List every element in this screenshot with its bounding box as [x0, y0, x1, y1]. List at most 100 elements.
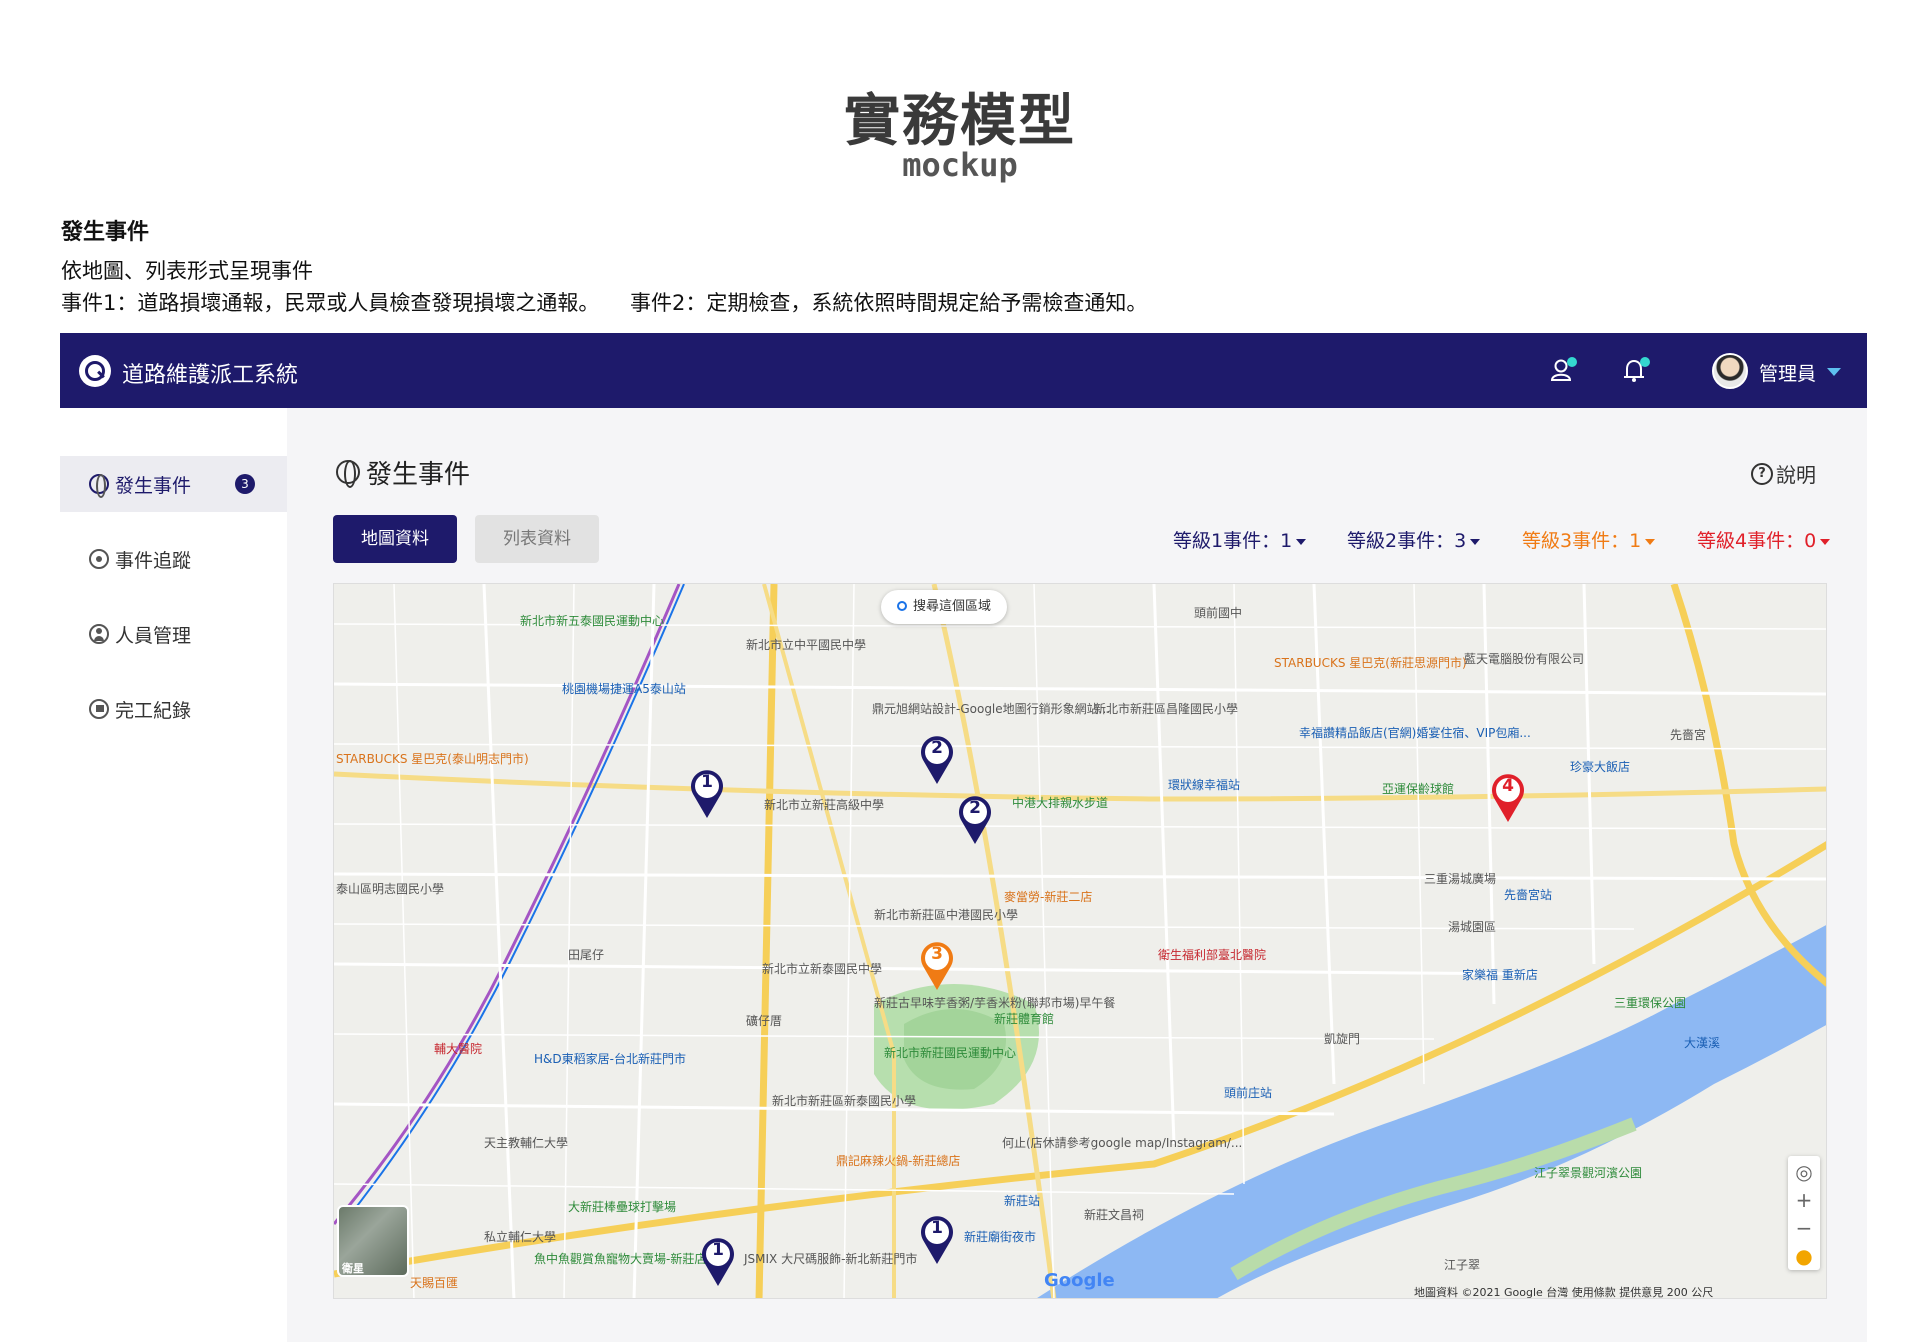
globe-icon — [336, 460, 360, 488]
zoom-in-button[interactable]: + — [1788, 1186, 1820, 1214]
app-window: 道路維護派工系統 管理員 發生事件 3 事件追蹤 人員管理 完工紀錄 發生事件 … — [60, 333, 1867, 1342]
level-3-filter[interactable]: 等級3事件：1 — [1522, 526, 1656, 553]
person-icon — [89, 624, 109, 644]
map-place-label: 泰山區明志國民小學 — [336, 882, 445, 896]
sidebar-item-tracking[interactable]: 事件追蹤 — [60, 531, 287, 587]
globe-icon — [89, 474, 109, 498]
map-place-label: 魚中魚觀賞魚寵物大賣場-新莊店 — [534, 1252, 707, 1266]
tab-list-data[interactable]: 列表資料 — [475, 515, 599, 563]
pin-level: 1 — [701, 772, 713, 792]
chevron-down-icon[interactable] — [1827, 368, 1841, 376]
map-place-label: 新北市新莊區昌隆國民小學 — [1094, 702, 1239, 716]
pin-level: 1 — [712, 1240, 724, 1260]
sidebar-item-events[interactable]: 發生事件 3 — [60, 456, 287, 512]
map-place-label: 家樂福 重新店 — [1462, 968, 1538, 982]
pin-level: 4 — [1502, 776, 1514, 796]
map-place-label: 新北市新莊區新泰國民小學 — [772, 1094, 917, 1108]
level-4-filter[interactable]: 等級4事件：0 — [1697, 526, 1831, 553]
search-area-button[interactable]: 搜尋這個區域 — [881, 590, 1008, 624]
event-pin[interactable]: 1 — [689, 768, 725, 820]
description-line: 事件1：道路損壞通報，民眾或人員檢查發現損壞之通報。 — [61, 291, 600, 315]
avatar[interactable] — [1712, 353, 1748, 389]
map-place-label: 新莊體育館 — [994, 1012, 1055, 1026]
user-icon[interactable] — [1547, 355, 1577, 385]
map-place-label: 私立輔仁大學 — [484, 1230, 557, 1244]
map-place-label: 頭前國中 — [1194, 606, 1243, 620]
event-pin[interactable]: 1 — [700, 1236, 736, 1288]
map-place-label: 新北市新莊區中港國民小學 — [874, 908, 1019, 922]
bell-icon[interactable] — [1620, 355, 1650, 385]
event-map[interactable]: 搜尋這個區域 新北市新五泰國民運動中心 新北市立中平國民中學 頭前國中 STAR… — [333, 583, 1827, 1299]
chevron-down-icon — [1296, 538, 1307, 545]
map-place-label: 江子翠景觀河濱公園 — [1534, 1166, 1643, 1180]
map-place-label: 田尾仔 — [568, 948, 605, 962]
map-place-label: 新莊廟街夜市 — [964, 1230, 1037, 1244]
sidebar-item-personnel[interactable]: 人員管理 — [60, 606, 287, 662]
map-place-label: 天主教輔仁大學 — [484, 1136, 569, 1150]
description-line: 事件2：定期檢查，系統依照時間規定給予需檢查通知。 — [630, 291, 1148, 315]
map-place-label: 新莊古早味芋香粥/芋香米粉(聯邦市場)早午餐 — [874, 996, 1116, 1010]
app-title[interactable]: 道路維護派工系統 — [122, 357, 298, 389]
pin-level: 2 — [931, 738, 943, 758]
map-place-label: 大漢溪 — [1684, 1036, 1721, 1050]
doc-subtitle: mockup — [902, 146, 1018, 184]
event-pin[interactable]: 3 — [919, 940, 955, 992]
app-logo-icon[interactable] — [79, 355, 111, 387]
map-place-label: 桃園機場捷運A5泰山站 — [562, 682, 686, 696]
map-place-label: 大新莊棒壘球打擊場 — [568, 1200, 677, 1214]
level-1-filter[interactable]: 等級1事件：1 — [1173, 526, 1307, 553]
help-label: 說明 — [1776, 463, 1816, 487]
sidebar-item-label: 事件追蹤 — [115, 549, 192, 572]
level-label: 等級2事件：3 — [1347, 530, 1467, 552]
pin-level: 2 — [969, 798, 981, 818]
description-line: 依地圖、列表形式呈現事件 — [61, 259, 313, 283]
map-place-label: STARBUCKS 星巴克(泰山明志門市) — [336, 752, 529, 766]
map-place-label: 三重湯城廣場 — [1424, 872, 1497, 886]
map-place-label: 珍豪大飯店 — [1570, 760, 1631, 774]
level-label: 等級4事件：0 — [1697, 530, 1817, 552]
zoom-out-button[interactable]: − — [1788, 1214, 1820, 1242]
map-place-label: 新北市新莊國民運動中心 — [884, 1046, 1017, 1060]
doc-title: 實務模型 — [844, 89, 1076, 154]
map-place-label: 麥當勞-新莊二店 — [1004, 890, 1093, 904]
sidebar-item-label: 人員管理 — [115, 624, 192, 647]
top-navbar: 道路維護派工系統 管理員 — [60, 333, 1867, 408]
map-place-label: 幸福讚精品飯店(官網)婚宴住宿、VIP包廂... — [1299, 726, 1531, 740]
map-place-label: 江子翠 — [1444, 1258, 1481, 1272]
pin-level: 3 — [931, 944, 943, 964]
map-place-label: 新莊站 — [1004, 1194, 1041, 1208]
flag-icon — [89, 699, 109, 719]
map-place-label: 礦仔厝 — [746, 1014, 783, 1028]
user-name[interactable]: 管理員 — [1759, 359, 1816, 386]
help-link[interactable]: ? 說明 — [1751, 459, 1816, 488]
event-pin[interactable]: 4 — [1490, 772, 1526, 824]
map-place-label: 凱旋門 — [1324, 1032, 1361, 1046]
google-logo: Google — [1044, 1270, 1115, 1291]
pegman-icon[interactable]: ● — [1788, 1242, 1820, 1270]
map-place-label: 新北市新五泰國民運動中心 — [520, 614, 665, 628]
event-pin[interactable]: 2 — [919, 734, 955, 786]
map-place-label: 先嗇宮站 — [1504, 888, 1553, 902]
chevron-down-icon — [1470, 538, 1481, 545]
map-place-label: 何止(店休請參考google map/Instagram/... — [1002, 1136, 1243, 1150]
map-place-label: 三重環保公園 — [1614, 996, 1687, 1010]
map-place-label: 天賜百匯 — [410, 1276, 459, 1290]
pin-level: 1 — [931, 1218, 943, 1238]
map-place-label: 鼎元旭網站設計-Google地圖行銷形象網站... — [872, 702, 1111, 716]
map-place-label: STARBUCKS 星巴克(新莊思源門市) — [1274, 656, 1467, 670]
map-place-label: 亞運保齡球館 — [1382, 782, 1455, 796]
notification-dot — [1567, 357, 1577, 367]
level-2-filter[interactable]: 等級2事件：3 — [1347, 526, 1481, 553]
event-pin[interactable]: 1 — [919, 1214, 955, 1266]
map-place-label: H&D東稻家居-台北新莊門市 — [534, 1052, 686, 1066]
locate-icon[interactable]: ◎ — [1788, 1158, 1820, 1186]
page-title: 發生事件 — [366, 460, 471, 490]
search-area-label: 搜尋這個區域 — [913, 599, 992, 614]
map-place-label: 新北市立新莊高級中學 — [764, 798, 885, 812]
map-place-label: 新莊文昌祠 — [1084, 1208, 1145, 1222]
notification-dot — [1640, 357, 1650, 367]
tab-map-data[interactable]: 地圖資料 — [333, 515, 457, 563]
event-pin[interactable]: 2 — [957, 794, 993, 846]
chevron-down-icon — [1820, 538, 1831, 545]
sidebar-item-completed[interactable]: 完工紀錄 — [60, 681, 287, 737]
